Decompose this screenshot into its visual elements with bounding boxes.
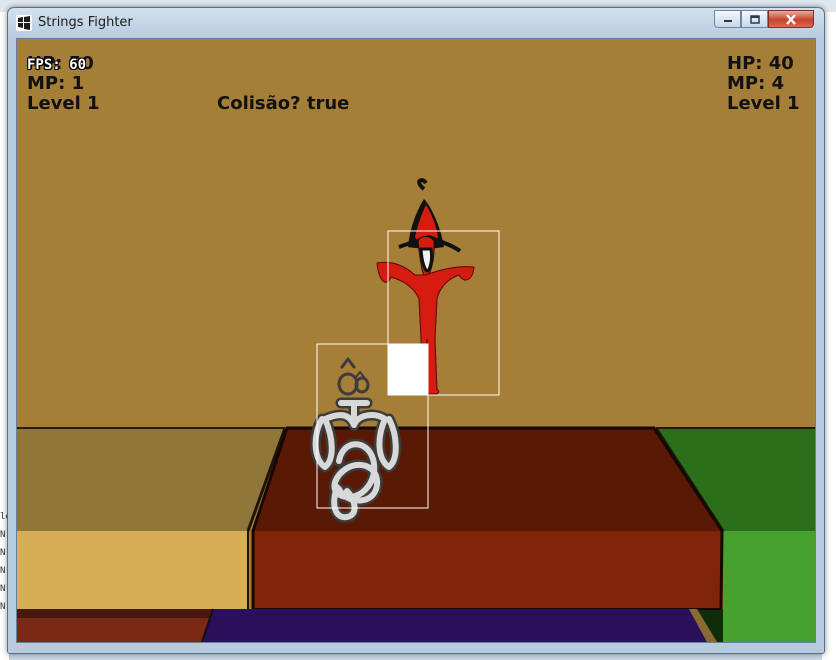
left-block-top	[17, 428, 285, 531]
player2-hp-label: HP: 40	[727, 53, 794, 74]
window-title: Strings Fighter	[38, 15, 133, 30]
right-block-front	[723, 531, 815, 642]
maximize-button[interactable]	[741, 10, 768, 28]
fps-counter: FPS: 60	[27, 57, 87, 73]
game-canvas[interactable]: HP: 50 MP: 1 Level 1 FPS: 60 Colisão? tr…	[16, 38, 816, 643]
arena-scene	[17, 39, 815, 642]
maximize-icon	[749, 14, 760, 24]
center-platform-top	[253, 428, 722, 531]
player2-level-label: Level 1	[727, 93, 800, 114]
minimize-icon	[723, 20, 732, 22]
player2-mp-label: MP: 4	[727, 73, 785, 94]
close-icon	[786, 13, 796, 25]
player1-mp-label: MP: 1	[27, 73, 85, 94]
title-bar[interactable]: Strings Fighter	[8, 8, 824, 36]
player1-level-label: Level 1	[27, 93, 100, 114]
left-block-front	[17, 531, 248, 609]
collision-overlap	[388, 344, 428, 395]
collision-status-label: Colisão? true	[217, 93, 350, 114]
java-app-icon	[16, 15, 32, 31]
minimize-button[interactable]	[714, 10, 741, 28]
center-platform-front	[253, 531, 722, 609]
floor-band	[202, 609, 707, 642]
close-button[interactable]	[768, 10, 814, 28]
game-window: Strings Fighter HP: 50 MP: 1 Level 1 FPS…	[7, 7, 825, 654]
